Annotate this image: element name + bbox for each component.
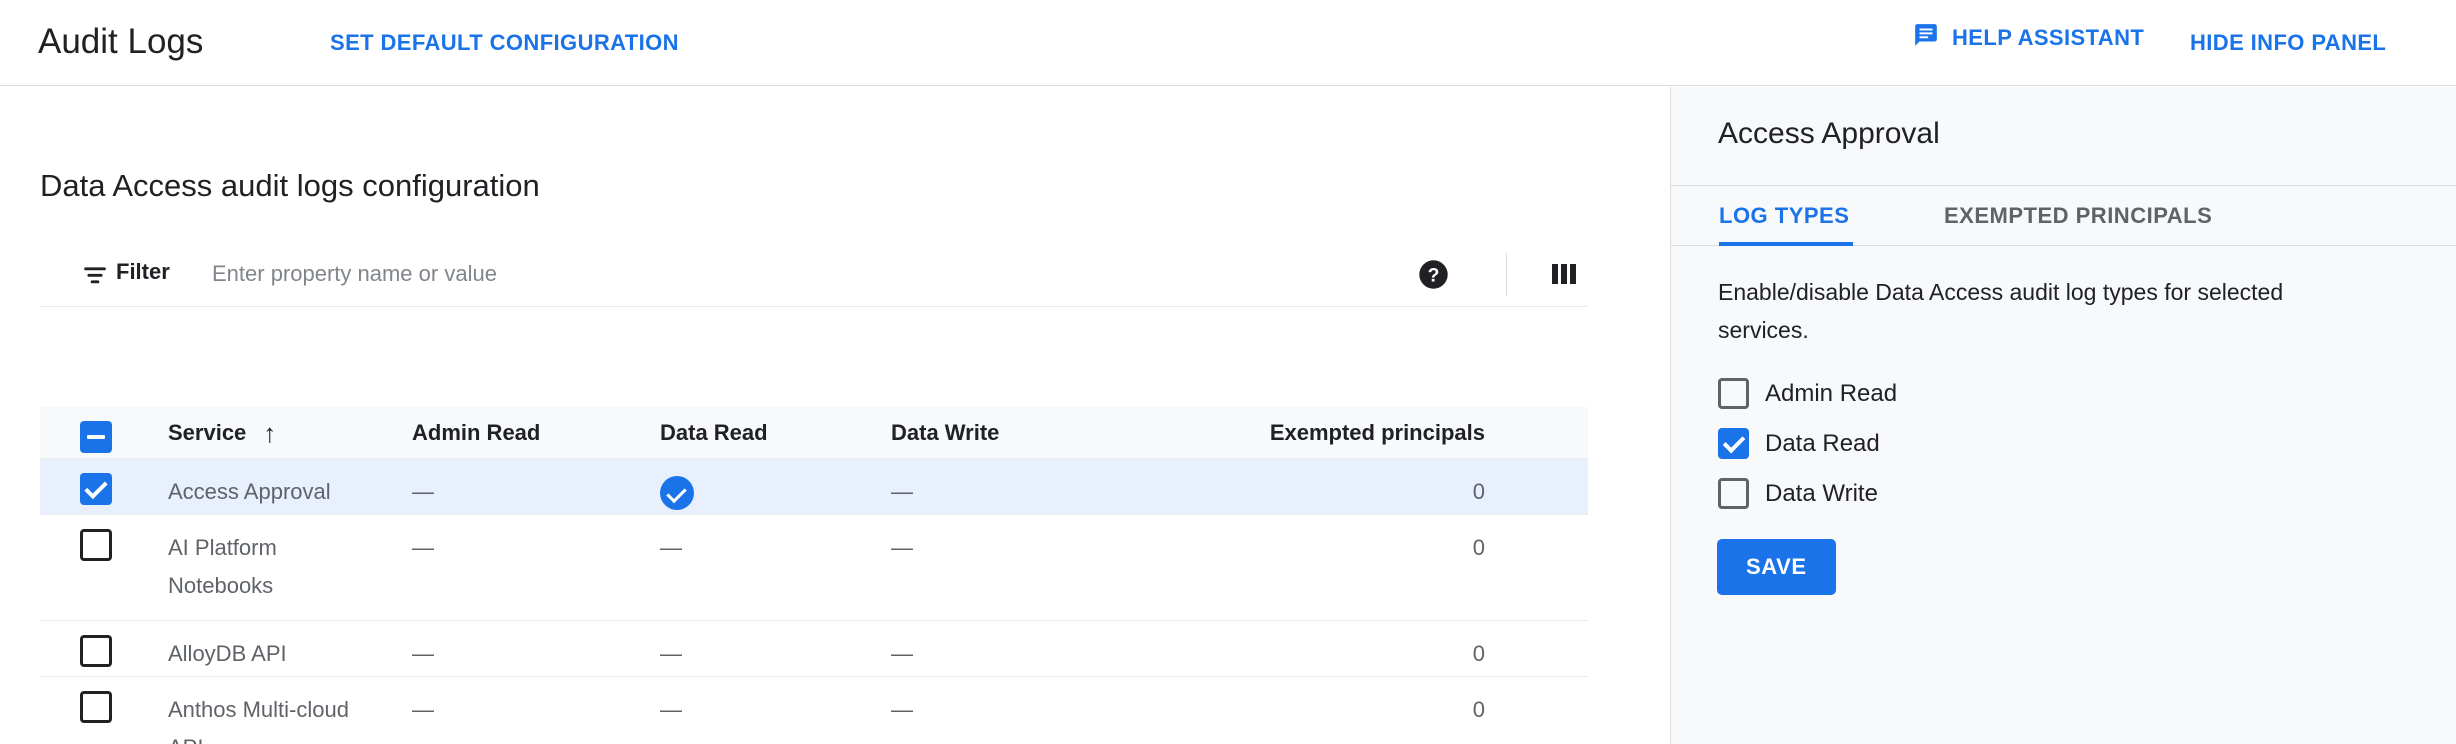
- tab-exempted-principals[interactable]: EXEMPTED PRINCIPALS: [1944, 203, 2212, 229]
- cell-service: AlloyDB API: [168, 641, 287, 666]
- chat-bubble-icon: [1913, 22, 1939, 53]
- column-header-data-read[interactable]: Data Read: [660, 414, 850, 452]
- cell-data-write: —: [891, 535, 913, 560]
- column-display-options-icon[interactable]: [1550, 261, 1578, 292]
- cell-data-write: —: [891, 697, 913, 722]
- save-button[interactable]: SAVE: [1717, 539, 1836, 595]
- cell-service: Anthos Multi-cloud API: [168, 697, 349, 744]
- cell-data-read: —: [660, 697, 682, 722]
- table-header-row: Service ↑ Admin Read Data Read Data Writ…: [40, 407, 1588, 459]
- info-panel-tabs: LOG TYPES EXEMPTED PRINCIPALS: [1671, 186, 2456, 246]
- column-header-admin-read[interactable]: Admin Read: [412, 414, 602, 452]
- vertical-scrollbar-track[interactable]: [1646, 87, 1668, 744]
- table-row[interactable]: AlloyDB API — — — 0: [40, 621, 1588, 677]
- row-checkbox-box[interactable]: [80, 473, 112, 505]
- tab-log-types[interactable]: LOG TYPES: [1719, 203, 1849, 229]
- admin-read-checkbox[interactable]: [1718, 378, 1749, 409]
- cell-data-read: [660, 473, 850, 511]
- cell-admin-read: —: [412, 697, 434, 722]
- data-write-label: Data Write: [1765, 479, 1878, 507]
- toolbar-divider: [1506, 253, 1507, 296]
- set-default-configuration-button[interactable]: SET DEFAULT CONFIGURATION: [330, 30, 679, 56]
- cell-admin-read: —: [412, 641, 434, 666]
- data-read-label: Data Read: [1765, 429, 1880, 457]
- row-checkbox[interactable]: [80, 691, 112, 723]
- data-read-checkbox[interactable]: [1718, 428, 1749, 459]
- log-type-option-data-write[interactable]: Data Write: [1718, 477, 1897, 510]
- column-header-exempted-principals[interactable]: Exempted principals: [1085, 414, 1485, 452]
- admin-read-label: Admin Read: [1765, 379, 1898, 407]
- column-header-service[interactable]: Service ↑: [168, 414, 388, 452]
- info-panel: Access Approval LOG TYPES EXEMPTED PRINC…: [1670, 87, 2456, 744]
- cell-service: AI Platform Notebooks: [168, 535, 277, 598]
- help-assistant-button[interactable]: HELP ASSISTANT: [1913, 22, 2144, 53]
- filter-label: Filter: [116, 259, 170, 284]
- help-circle-icon[interactable]: ?: [1418, 259, 1449, 295]
- check-circle-icon: [660, 476, 694, 511]
- log-type-option-data-read[interactable]: Data Read: [1718, 427, 1897, 460]
- help-assistant-label: HELP ASSISTANT: [1952, 24, 2145, 50]
- cell-exempted-principals: 0: [1472, 697, 1485, 722]
- cell-service: Access Approval: [168, 479, 331, 504]
- select-all-checkbox-box[interactable]: [80, 421, 112, 453]
- sort-ascending-icon: ↑: [263, 418, 277, 448]
- filter-icon[interactable]: [82, 264, 108, 291]
- cell-data-read: —: [660, 641, 682, 666]
- filter-input[interactable]: [212, 257, 1312, 291]
- data-write-checkbox[interactable]: [1718, 478, 1749, 509]
- log-type-option-admin-read[interactable]: Admin Read: [1718, 377, 1897, 410]
- cell-admin-read: —: [412, 535, 434, 560]
- table-row[interactable]: AI Platform Notebooks — — — 0: [40, 515, 1588, 621]
- row-checkbox[interactable]: [80, 635, 112, 667]
- cell-data-write: —: [891, 479, 913, 504]
- select-all-checkbox[interactable]: [80, 421, 112, 453]
- cell-exempted-principals: 0: [1472, 535, 1485, 560]
- row-checkbox[interactable]: [80, 529, 112, 561]
- column-header-service-label: Service: [168, 420, 247, 445]
- main-content-area: Data Access audit logs configuration Fil…: [0, 87, 1646, 744]
- row-checkbox-box[interactable]: [80, 635, 112, 667]
- svg-text:?: ?: [1428, 264, 1440, 286]
- row-checkbox-box[interactable]: [80, 529, 112, 561]
- table-row[interactable]: Anthos Multi-cloud API — — — 0: [40, 677, 1588, 744]
- row-checkbox[interactable]: [80, 473, 112, 505]
- cell-data-read: —: [660, 535, 682, 560]
- active-tab-indicator: [1719, 242, 1853, 246]
- log-type-options-list: Admin Read Data Read Data Write: [1718, 377, 1897, 527]
- row-checkbox-box[interactable]: [80, 691, 112, 723]
- table-row[interactable]: Access Approval — — 0: [40, 459, 1588, 515]
- page-title: Audit Logs: [38, 22, 204, 61]
- info-panel-description: Enable/disable Data Access audit log typ…: [1718, 279, 2284, 343]
- column-header-data-write[interactable]: Data Write: [891, 414, 1081, 452]
- section-title: Data Access audit logs configuration: [40, 168, 540, 203]
- cell-exempted-principals: 0: [1472, 479, 1485, 504]
- audit-logs-table: Service ↑ Admin Read Data Read Data Writ…: [40, 407, 1588, 744]
- info-panel-title: Access Approval: [1718, 117, 1940, 150]
- filter-bar: Filter ?: [40, 241, 1588, 307]
- hide-info-panel-button[interactable]: HIDE INFO PANEL: [2190, 30, 2386, 56]
- cell-admin-read: —: [412, 479, 434, 504]
- cell-exempted-principals: 0: [1472, 641, 1485, 666]
- top-header-bar: Audit Logs SET DEFAULT CONFIGURATION HEL…: [0, 0, 2456, 86]
- cell-data-write: —: [891, 641, 913, 666]
